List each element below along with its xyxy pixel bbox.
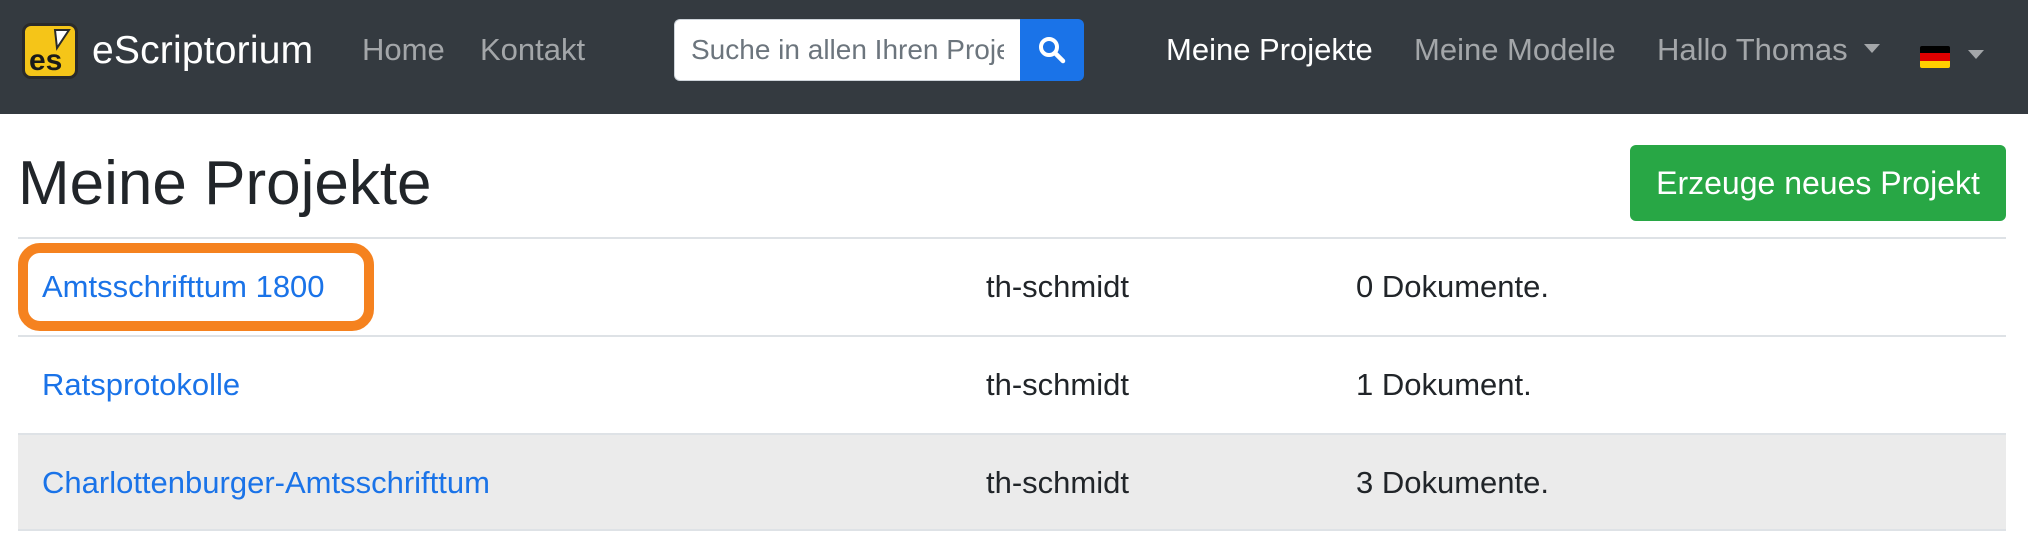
svg-text:es: es bbox=[29, 44, 62, 76]
nav-contact[interactable]: Kontakt bbox=[480, 32, 585, 68]
brand-link[interactable]: es eScriptorium bbox=[22, 23, 313, 79]
project-link[interactable]: Charlottenburger-Amtsschrifttum bbox=[42, 465, 490, 501]
nav-my-projects[interactable]: Meine Projekte bbox=[1166, 32, 1373, 68]
search-button[interactable] bbox=[1020, 19, 1084, 81]
project-owner: th-schmidt bbox=[986, 367, 1129, 402]
top-navbar: es eScriptorium Home Kontakt Meine Proje… bbox=[0, 0, 2028, 114]
table-row: Ratsprotokolle th-schmidt 1 Dokument. bbox=[18, 335, 2006, 433]
chevron-down-icon bbox=[1863, 44, 1880, 54]
language-dropdown[interactable] bbox=[1920, 40, 1984, 74]
project-owner: th-schmidt bbox=[986, 465, 1129, 500]
page-title: Meine Projekte bbox=[18, 149, 432, 218]
new-project-button[interactable]: Erzeuge neues Projekt bbox=[1630, 145, 2006, 221]
brand-name: eScriptorium bbox=[92, 29, 314, 72]
project-document-count: 3 Dokumente. bbox=[1356, 465, 1549, 500]
search-input[interactable] bbox=[674, 19, 1020, 81]
project-document-count: 1 Dokument. bbox=[1356, 367, 1532, 402]
project-link[interactable]: Amtsschrifttum 1800 bbox=[42, 269, 325, 305]
project-owner: th-schmidt bbox=[986, 269, 1129, 304]
nav-my-models[interactable]: Meine Modelle bbox=[1414, 32, 1616, 68]
table-row: Amtsschrifttum 1800 th-schmidt 0 Dokumen… bbox=[18, 237, 2006, 335]
search-icon bbox=[1039, 37, 1066, 64]
table-row: Charlottenburger-Amtsschrifttum th-schmi… bbox=[18, 433, 2006, 531]
user-menu-dropdown[interactable]: Hallo Thomas bbox=[1657, 32, 1880, 68]
projects-table: Amtsschrifttum 1800 th-schmidt 0 Dokumen… bbox=[18, 237, 2006, 531]
project-document-count: 0 Dokumente. bbox=[1356, 269, 1549, 304]
search-form bbox=[674, 19, 1084, 81]
user-menu-label: Hallo Thomas bbox=[1657, 32, 1848, 67]
project-link[interactable]: Ratsprotokolle bbox=[42, 367, 240, 403]
german-flag-icon bbox=[1920, 46, 1950, 68]
escriptorium-logo-icon: es bbox=[22, 23, 78, 79]
nav-home[interactable]: Home bbox=[362, 32, 445, 68]
chevron-down-icon bbox=[1968, 49, 1984, 59]
